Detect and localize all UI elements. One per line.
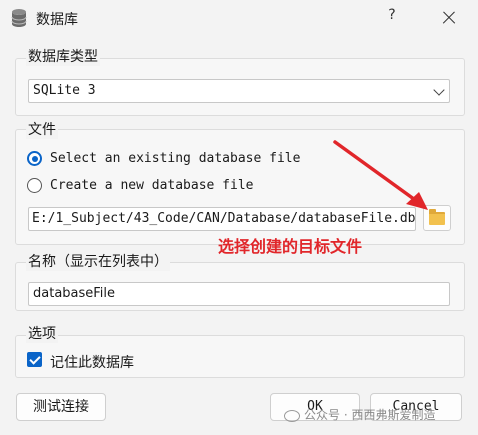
close-icon[interactable] xyxy=(437,7,461,29)
radio-new-file-label[interactable]: Create a new database file xyxy=(50,178,254,193)
database-type-value: SQLite 3 xyxy=(33,83,96,98)
wechat-icon xyxy=(284,409,300,422)
test-connection-button[interactable]: 测试连接 xyxy=(16,393,106,421)
watermark-text: 公众号 · 西西弗斯爱制造 xyxy=(304,408,436,422)
file-legend: 文件 xyxy=(26,119,58,139)
annotation-text: 选择创建的目标文件 xyxy=(218,237,363,256)
database-type-legend: 数据库类型 xyxy=(26,46,100,66)
annotation-arrow xyxy=(333,140,428,210)
watermark: 公众号 · 西西弗斯爱制造 xyxy=(284,406,435,423)
name-value: databaseFile xyxy=(33,286,116,301)
chevron-down-icon xyxy=(433,84,445,96)
radio-existing-file-label[interactable]: Select an existing database file xyxy=(50,151,300,166)
window-title: 数据库 xyxy=(36,12,78,28)
database-type-select[interactable]: SQLite 3 xyxy=(28,79,450,103)
name-legend: 名称（显示在列表中） xyxy=(26,251,170,271)
radio-new-file[interactable] xyxy=(27,178,42,193)
title-bar: 数据库 ? xyxy=(0,0,478,36)
database-icon xyxy=(11,9,27,27)
name-input[interactable]: databaseFile xyxy=(28,282,450,306)
remember-label[interactable]: 记住此数据库 xyxy=(50,352,134,372)
radio-existing-file[interactable] xyxy=(27,151,42,166)
remember-checkbox[interactable] xyxy=(27,352,42,367)
help-button[interactable]: ? xyxy=(380,7,404,29)
database-dialog: 数据库 ? 数据库类型 SQLite 3 文件 Select an existi… xyxy=(0,0,478,435)
options-legend: 选项 xyxy=(26,323,58,343)
